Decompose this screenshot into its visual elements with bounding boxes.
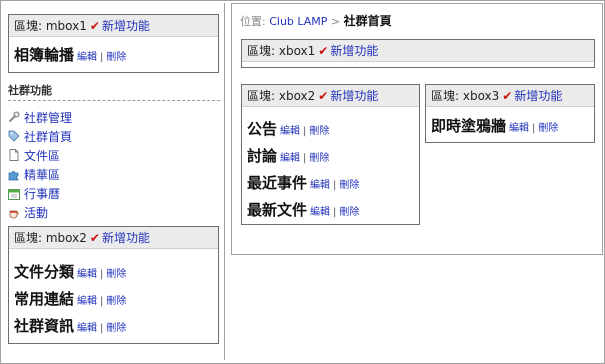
add-function-link[interactable]: 新增功能 [102,17,150,34]
community-nav: 社群管理 社群首頁 文件區 精華區 行事曆 活動 [8,109,72,224]
edit-link[interactable]: 編輯 [509,119,529,134]
wrench-icon [9,111,20,122]
breadcrumb-separator: > [330,15,341,28]
block-xbox2: 區塊: xbox2 ✔ 新增功能 公告 編輯 | 刪除 討論 編輯 | 刪除 最… [241,84,420,225]
block-item: 社群資訊 編輯 | 刪除 [9,315,218,342]
tag-icon [8,130,20,142]
block-item-title: 常用連結 [14,290,75,308]
block-header: 區塊: mbox2 ✔ 新增功能 [9,227,218,249]
delete-link[interactable]: 刪除 [106,292,126,307]
checkmark-icon: ✔ [318,43,329,58]
separator: | [303,126,307,137]
checkmark-icon: ✔ [89,18,100,33]
add-function-link[interactable]: 新增功能 [514,87,562,104]
block-item: 文件分類 編輯 | 刪除 [9,261,218,288]
block-item-title: 文件分類 [14,263,75,281]
block-header: 區塊: xbox1 ✔ 新增功能 [242,40,594,62]
separator: | [333,207,337,218]
nav-label: 活動 [24,206,49,221]
block-xbox1: 區塊: xbox1 ✔ 新增功能 [241,39,595,68]
edit-link[interactable]: 編輯 [77,265,97,280]
block-label: 區塊: xbox2 [247,89,316,103]
block-item: 公告 編輯 | 刪除 [242,118,419,145]
add-function-link[interactable]: 新增功能 [330,42,378,59]
breadcrumb-prefix: 位置: [240,15,266,28]
delete-link[interactable]: 刪除 [106,319,126,334]
separator: | [100,52,104,63]
delete-link[interactable]: 刪除 [339,203,359,218]
divider [8,100,220,101]
separator: | [532,123,536,134]
block-item: 討論 編輯 | 刪除 [242,145,419,172]
nav-item-calendar[interactable]: 行事曆 [8,186,72,202]
block-mbox2: 區塊: mbox2 ✔ 新增功能 文件分類 編輯 | 刪除 常用連結 編輯 | … [8,226,219,344]
separator: | [100,269,104,280]
delete-link[interactable]: 刪除 [106,265,126,280]
separator: | [303,153,307,164]
block-label: 區塊: mbox2 [14,231,87,245]
section-title: 社群功能 [8,84,52,97]
puzzle-icon [8,170,19,180]
block-label: 區塊: xbox3 [431,89,500,103]
block-item-title: 即時塗鴉牆 [431,117,507,135]
block-item-title: 公告 [247,120,278,138]
checkmark-icon: ✔ [89,230,100,245]
delete-link[interactable]: 刪除 [309,149,329,164]
block-item: 相簿輪播 編輯 | 刪除 [9,44,218,71]
edit-link[interactable]: 編輯 [77,292,97,307]
block-mbox1: 區塊: mbox1 ✔ 新增功能 相簿輪播 編輯 | 刪除 [8,14,219,73]
block-item: 常用連結 編輯 | 刪除 [9,288,218,315]
document-icon [9,149,19,162]
checkmark-icon: ✔ [318,88,329,103]
block-header: 區塊: mbox1 ✔ 新增功能 [9,15,218,37]
breadcrumb-link[interactable]: Club LAMP [269,15,327,28]
block-item-title: 社群資訊 [14,317,75,335]
edit-link[interactable]: 編輯 [77,48,97,63]
separator: | [100,323,104,334]
block-item-title: 最新文件 [247,201,308,219]
nav-item-community-home[interactable]: 社群首頁 [8,128,72,144]
edit-link[interactable]: 編輯 [310,203,330,218]
edit-link[interactable]: 編輯 [280,122,300,137]
nav-label: 社群管理 [24,110,73,125]
nav-item-events[interactable]: 活動 [8,205,72,221]
nav-label: 社群首頁 [24,129,73,144]
block-item-title: 討論 [247,147,278,165]
breadcrumb: 位置: Club LAMP > 社群首頁 [240,12,392,29]
delete-link[interactable]: 刪除 [106,48,126,63]
nav-item-highlights[interactable]: 精華區 [8,167,72,183]
block-label: 區塊: mbox1 [14,19,87,33]
delete-link[interactable]: 刪除 [538,119,558,134]
add-function-link[interactable]: 新增功能 [330,87,378,104]
block-header: 區塊: xbox2 ✔ 新增功能 [242,85,419,107]
separator: | [100,296,104,307]
block-item: 最近事件 編輯 | 刪除 [242,172,419,199]
edit-link[interactable]: 編輯 [280,149,300,164]
block-item-title: 最近事件 [247,174,308,192]
separator: | [333,180,337,191]
coffee-cup-icon [9,210,19,219]
edit-link[interactable]: 編輯 [77,319,97,334]
nav-label: 精華區 [24,168,61,183]
checkmark-icon: ✔ [502,88,513,103]
nav-label: 文件區 [24,148,61,163]
add-function-link[interactable]: 新增功能 [102,229,150,246]
block-xbox3: 區塊: xbox3 ✔ 新增功能 即時塗鴉牆 編輯 | 刪除 [425,84,595,143]
nav-item-documents[interactable]: 文件區 [8,147,72,163]
delete-link[interactable]: 刪除 [309,122,329,137]
delete-link[interactable]: 刪除 [339,176,359,191]
block-label: 區塊: xbox1 [247,44,316,58]
edit-link[interactable]: 編輯 [310,176,330,191]
block-item-title: 相簿輪播 [14,46,75,64]
nav-label: 行事曆 [24,187,61,202]
block-header: 區塊: xbox3 ✔ 新增功能 [426,85,594,107]
nav-item-community-admin[interactable]: 社群管理 [8,109,72,125]
block-item: 最新文件 編輯 | 刪除 [242,199,419,226]
block-item: 即時塗鴉牆 編輯 | 刪除 [426,115,594,142]
breadcrumb-current: 社群首頁 [343,14,392,28]
calendar-icon [8,188,20,200]
